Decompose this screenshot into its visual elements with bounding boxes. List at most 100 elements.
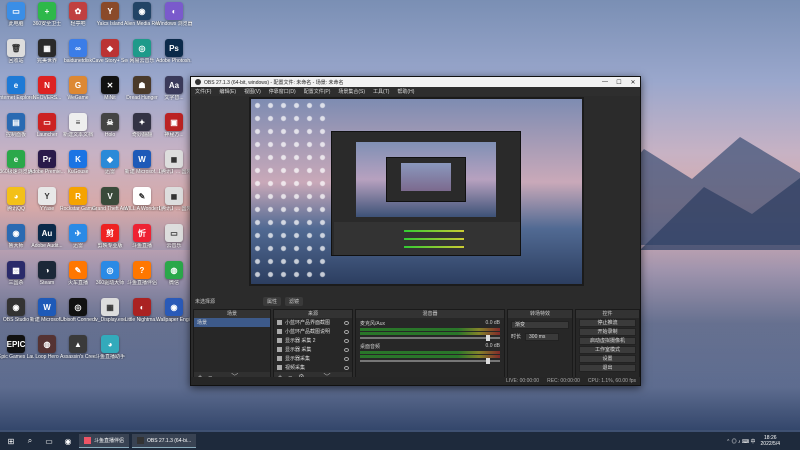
desktop-icon[interactable]: ◆Cave Story+ Secret Santa bbox=[92, 39, 128, 75]
desktop-icon[interactable]: Pr Adobe Premie... bbox=[29, 150, 65, 186]
desktop-icon[interactable]: ▣ 神秘方... bbox=[158, 113, 190, 149]
desktop-icon[interactable]: ▤ 控制面板 bbox=[0, 113, 32, 149]
desktop-icon[interactable]: 剪剪映专业版 bbox=[94, 224, 126, 260]
maximize-icon[interactable]: ☐ bbox=[612, 79, 626, 86]
scene-item[interactable]: 场景 bbox=[194, 318, 270, 327]
desktop-icon[interactable]: Y Yalcs Island bbox=[94, 2, 126, 38]
obs-titlebar[interactable]: OBS 27.1.3 (64-bit, windows) - 配置文件: 未命名… bbox=[191, 77, 640, 87]
desktop-icon[interactable]: ☗ Dread Hunger bbox=[126, 76, 158, 112]
menu-item[interactable]: 视图(V) bbox=[244, 88, 261, 95]
desktop-icon[interactable]: e 360极速浏览器 bbox=[0, 150, 33, 186]
desktop-icon[interactable]: Ps Adobe Photosh... bbox=[156, 39, 192, 75]
desktop-icon[interactable]: ✎ 火车直播 bbox=[62, 261, 94, 297]
desktop-icon[interactable]: ◕ 斗鱼直播助手 bbox=[94, 335, 126, 371]
windows-start-icon[interactable]: ⊞ bbox=[3, 434, 19, 448]
desktop-icon[interactable]: ▭ Launcher bbox=[31, 113, 63, 149]
visibility-eye-icon[interactable] bbox=[344, 320, 349, 325]
desktop-icon[interactable]: VGrand Theft Auto V bbox=[92, 187, 128, 223]
desktop-icon[interactable]: 忻斗鱼直播 bbox=[126, 224, 158, 260]
control-button[interactable]: 停止推流 bbox=[579, 319, 636, 327]
close-icon[interactable]: ✕ bbox=[626, 79, 640, 86]
desktop-icon[interactable]: ▭ 此电脑 bbox=[0, 2, 32, 38]
desktop-icon[interactable]: ◕ 腾讯QQ bbox=[0, 187, 32, 223]
visibility-eye-icon[interactable] bbox=[344, 356, 349, 361]
preview-canvas[interactable] bbox=[249, 97, 584, 286]
obs-window[interactable]: OBS 27.1.3 (64-bit, windows) - 配置文件: 未命名… bbox=[190, 76, 641, 386]
desktop-icon[interactable]: ✿ 轻亭吧 bbox=[62, 2, 94, 38]
desktop-icon[interactable]: ? 斗鱼直播伴侣 bbox=[126, 261, 158, 297]
desktop-icon[interactable]: +360安全卫士 bbox=[31, 2, 63, 38]
desktop-icon[interactable]: W 新建 Microsof... bbox=[30, 298, 64, 334]
desktop-icon[interactable]: ☠ Holo bbox=[94, 113, 126, 149]
control-button[interactable]: 退出 bbox=[579, 364, 636, 372]
control-button[interactable]: 开始录制 bbox=[579, 328, 636, 336]
browser-icon[interactable]: ◉ bbox=[60, 434, 76, 448]
desktop-icon[interactable]: ▦ Iv_Display.exe bbox=[94, 298, 126, 334]
taskbar-app[interactable]: OBS 27.1.3 (64-bi... bbox=[132, 434, 197, 448]
source-item[interactable]: 显示器采集 bbox=[274, 354, 352, 363]
filters-button[interactable]: 滤镜 bbox=[285, 296, 304, 306]
search-icon[interactable]: ⌕ bbox=[22, 434, 38, 448]
source-item[interactable]: 小蓝环产品截图说明 bbox=[274, 327, 352, 336]
source-item[interactable]: 显示器 采集 2 bbox=[274, 336, 352, 345]
menu-item[interactable]: 工具(T) bbox=[373, 88, 389, 95]
desktop-icon[interactable]: ∞ baidunetdisk bbox=[62, 39, 94, 75]
desktop-icon[interactable]: EPICEpic Games Launcher bbox=[0, 335, 34, 371]
volume-slider[interactable] bbox=[360, 335, 500, 341]
desktop-icon[interactable]: ◉Alien Media Recorder 4 bbox=[124, 2, 160, 38]
desktop-icon[interactable]: ◉Wallpaper Engine... bbox=[156, 298, 192, 334]
desktop-icon[interactable]: ✕ MiNit bbox=[94, 76, 126, 112]
desktop-icon[interactable]: ✎WILL A Wonderf... bbox=[124, 187, 160, 223]
tray-icons[interactable]: ⌃ ◎ ♪ ⌨ 中 bbox=[726, 438, 755, 445]
desktop-icon[interactable]: ✈ 迅雷 bbox=[62, 224, 94, 260]
control-button[interactable]: 启动虚拟摄像机 bbox=[579, 337, 636, 345]
desktop-icon[interactable]: ▭ 云音乐 bbox=[158, 224, 190, 260]
desktop-icon[interactable]: ◐ Little Nightma... bbox=[125, 298, 159, 334]
desktop-icon[interactable]: ◉ OBS Studio bbox=[0, 298, 32, 334]
menu-item[interactable]: 停靠窗口(D) bbox=[269, 88, 296, 95]
desktop-icon[interactable]: ◍ 微信 bbox=[158, 261, 190, 297]
menu-item[interactable]: 场景集合(S) bbox=[338, 88, 365, 95]
desktop-icon[interactable]: ◆ 迅雷 bbox=[94, 150, 126, 186]
desktop-icon[interactable]: ◼【腾讯】... 国外域名 bbox=[156, 150, 192, 186]
taskbar-app[interactable]: 斗鱼直播伴侣 bbox=[79, 434, 130, 448]
desktop-icon[interactable]: ◉ 鲁大师 bbox=[0, 224, 32, 260]
visibility-eye-icon[interactable] bbox=[344, 365, 349, 370]
desktop-icon[interactable]: ◎ 网易云音乐 bbox=[126, 39, 158, 75]
source-item[interactable]: 小蓝环产品界面截图 bbox=[274, 318, 352, 327]
desktop-icon[interactable]: e Internet Explorer bbox=[0, 76, 34, 112]
source-item[interactable]: 视频采集 bbox=[274, 363, 352, 372]
desktop-icon[interactable]: RRockstar Games... bbox=[60, 187, 96, 223]
desktop-icon[interactable]: ◎ Ubisoft Connect bbox=[60, 298, 96, 334]
menu-item[interactable]: 文件(F) bbox=[195, 88, 211, 95]
desktop-icon[interactable]: ▩ 三国杀 bbox=[0, 261, 32, 297]
desktop-icon[interactable]: ◼【腾讯】... 国外域名 bbox=[156, 187, 192, 223]
desktop-icon[interactable]: ◎ 360驱动大师 bbox=[94, 261, 126, 297]
visibility-eye-icon[interactable] bbox=[344, 338, 349, 343]
properties-button[interactable]: 属性 bbox=[263, 296, 282, 306]
desktop-icon[interactable]: ✦ 奇妙翻翻 bbox=[126, 113, 158, 149]
desktop-icon[interactable]: ▦ 完美世界 bbox=[31, 39, 63, 75]
control-button[interactable]: 设置 bbox=[579, 355, 636, 363]
desktop-icon[interactable]: Au Adobe Audit... bbox=[31, 224, 63, 260]
desktop-icon[interactable]: ◐ Windows 浏览器 bbox=[156, 2, 192, 38]
clock[interactable]: 18:26 2022/5/4 bbox=[761, 435, 780, 447]
desktop-icon[interactable]: N NEOVERS... bbox=[31, 76, 63, 112]
duration-input[interactable]: 300 ms bbox=[525, 332, 560, 341]
desktop-icon[interactable]: Y YYase bbox=[31, 187, 63, 223]
file-explorer-icon[interactable]: ▭ bbox=[41, 434, 57, 448]
desktop-icon[interactable]: Aa 文字替... bbox=[158, 76, 190, 112]
source-item[interactable]: 显示器 采集 bbox=[274, 345, 352, 354]
desktop-icon[interactable]: K KuGouse bbox=[62, 150, 94, 186]
desktop-icon[interactable]: ◑ Steam bbox=[31, 261, 63, 297]
desktop-icon[interactable]: ▲Assassin's Creed O... bbox=[60, 335, 96, 371]
menu-item[interactable]: 配置文件(P) bbox=[304, 88, 331, 95]
desktop-icon[interactable]: G WeGame bbox=[62, 76, 94, 112]
desktop-icon[interactable]: 🗑 回收站 bbox=[0, 39, 32, 75]
menu-item[interactable]: 帮助(H) bbox=[397, 88, 414, 95]
minimize-icon[interactable]: — bbox=[598, 79, 612, 86]
desktop-icon[interactable]: ◍ Loop Hero bbox=[31, 335, 63, 371]
menu-item[interactable]: 编辑(E) bbox=[219, 88, 236, 95]
visibility-eye-icon[interactable] bbox=[344, 347, 349, 352]
volume-slider[interactable] bbox=[360, 358, 500, 364]
